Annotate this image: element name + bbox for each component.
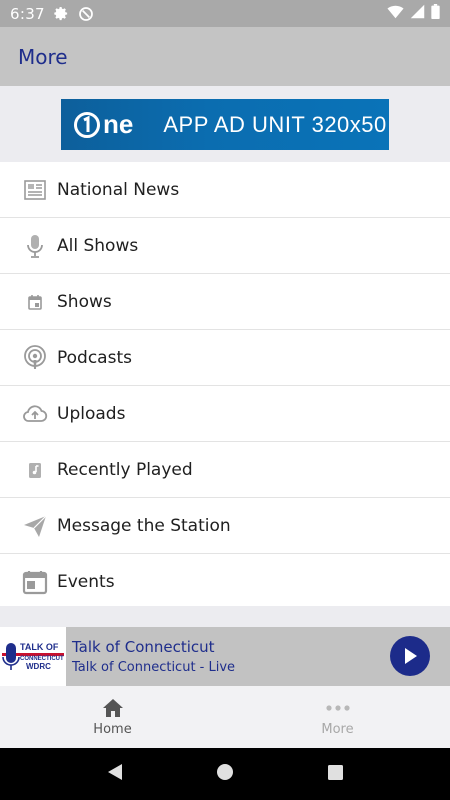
podcast-icon: [22, 344, 48, 371]
tab-more-label: More: [321, 721, 354, 737]
mini-player[interactable]: TALK OF CONNECTICUT WDRC Talk of Connect…: [0, 627, 450, 686]
settings-icon: [54, 6, 69, 21]
microphone-icon: [22, 233, 48, 259]
now-playing-subtitle: Talk of Connecticut - Live: [72, 660, 236, 675]
battery-icon: [431, 4, 440, 23]
ad-banner[interactable]: ne APP AD UNIT 320x50: [61, 99, 389, 150]
calendar-small-icon: [22, 289, 48, 315]
menu-item-all-shows[interactable]: All Shows: [0, 218, 450, 274]
send-icon: [22, 513, 48, 539]
menu-item-events[interactable]: Events: [0, 554, 450, 610]
menu-item-label: National News: [57, 179, 180, 200]
ad-container: ne APP AD UNIT 320x50: [0, 86, 450, 162]
sync-off-icon: [78, 6, 94, 22]
menu-item-shows[interactable]: Shows: [0, 274, 450, 330]
tab-home-label: Home: [93, 721, 132, 737]
menu-item-uploads[interactable]: Uploads: [0, 386, 450, 442]
music-note-icon: [22, 457, 48, 483]
now-playing-title: Talk of Connecticut: [72, 638, 215, 656]
menu-item-label: Message the Station: [57, 515, 231, 536]
recents-icon[interactable]: [327, 764, 344, 785]
newspaper-icon: [22, 177, 48, 203]
calendar-icon: [22, 569, 48, 595]
play-icon: [405, 648, 417, 664]
tab-more[interactable]: More: [225, 686, 450, 748]
ad-text: APP AD UNIT 320x50: [163, 111, 387, 137]
logo-text-bottom: WDRC: [26, 662, 51, 671]
tab-home[interactable]: Home: [0, 686, 225, 748]
station-logo: TALK OF CONNECTICUT WDRC: [0, 627, 66, 686]
more-dots-icon: [325, 704, 350, 711]
bottom-tab-bar: Home More: [0, 686, 450, 748]
page-title: More: [18, 44, 68, 69]
logo-text-top: TALK OF: [20, 642, 59, 652]
menu-item-message-the-station[interactable]: Message the Station: [0, 498, 450, 554]
ad-brand: ne: [103, 109, 134, 139]
status-bar: 6:37: [0, 0, 450, 27]
menu-item-national-news[interactable]: National News: [0, 162, 450, 218]
back-icon[interactable]: [106, 763, 124, 785]
home-icon: [102, 698, 123, 717]
menu-item-label: Podcasts: [57, 347, 132, 368]
menu-item-label: All Shows: [57, 235, 139, 256]
menu-item-label: Events: [57, 571, 115, 592]
one-logo-icon: [74, 111, 100, 138]
signal-icon: [410, 4, 425, 23]
home-circle-icon[interactable]: [216, 763, 234, 785]
menu-item-label: Recently Played: [57, 459, 193, 480]
spacer: [0, 606, 450, 627]
play-button[interactable]: [390, 636, 430, 676]
wifi-icon: [387, 4, 404, 23]
ad-logo: ne: [73, 109, 133, 140]
menu-item-podcasts[interactable]: Podcasts: [0, 330, 450, 386]
menu-item-label: Uploads: [57, 403, 126, 424]
menu-item-recently-played[interactable]: Recently Played: [0, 442, 450, 498]
status-time: 6:37: [10, 4, 45, 23]
app-header: More: [0, 27, 450, 86]
more-menu: National News All Shows Shows Podcasts U…: [0, 162, 450, 610]
system-nav-bar: [0, 748, 450, 800]
cloud-upload-icon: [22, 401, 48, 427]
menu-item-label: Shows: [57, 291, 112, 312]
